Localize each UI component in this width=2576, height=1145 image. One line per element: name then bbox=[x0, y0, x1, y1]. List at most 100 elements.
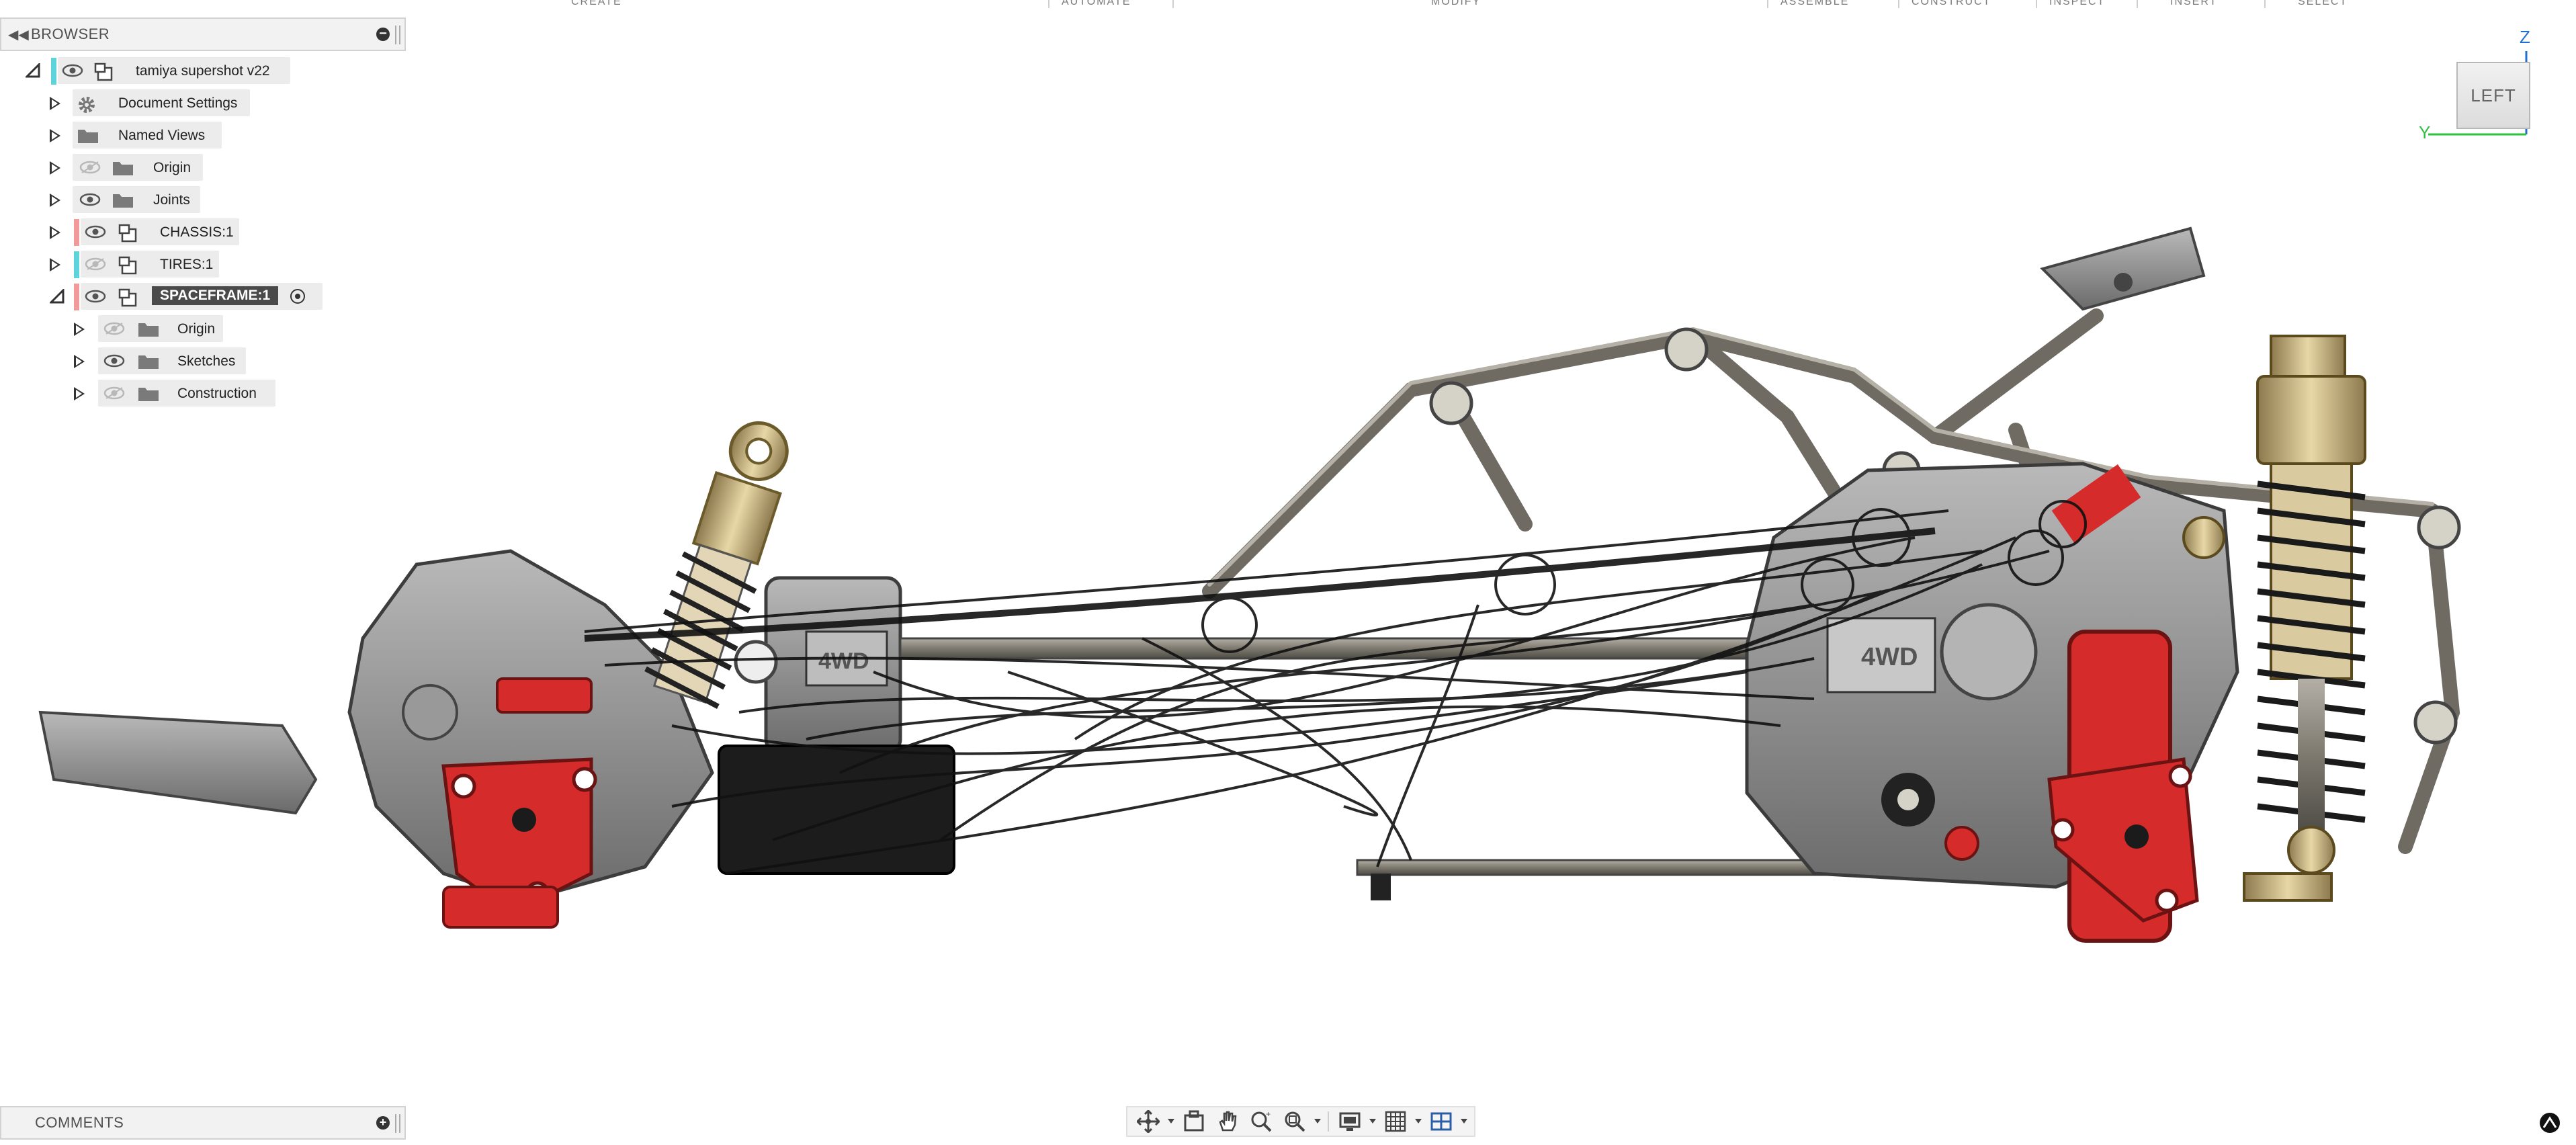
toolbar-separator bbox=[2264, 0, 2266, 8]
tree-item-label: Named Views bbox=[118, 128, 206, 143]
tree-item-label: CHASSIS:1 bbox=[160, 224, 234, 240]
toolbar-separator bbox=[2036, 0, 2037, 8]
expand-toggle-icon[interactable] bbox=[50, 129, 60, 142]
tree-item-joints[interactable]: Joints bbox=[0, 184, 406, 216]
eye-icon[interactable] bbox=[85, 224, 106, 244]
eye-hidden-icon[interactable] bbox=[85, 256, 106, 276]
corner-logo-icon[interactable] bbox=[2538, 1111, 2561, 1134]
rear-shock bbox=[2243, 335, 2366, 902]
toolbar-separator bbox=[1048, 0, 1049, 8]
toolbar-divider bbox=[1328, 1111, 1329, 1132]
expanded-toggle-icon[interactable] bbox=[26, 63, 40, 78]
gear-icon bbox=[77, 95, 97, 119]
tree-item-tires[interactable]: TIRES:1 bbox=[0, 249, 406, 281]
expand-toggle-icon[interactable] bbox=[50, 194, 60, 207]
component-color-swatch bbox=[51, 58, 56, 85]
tree-child-sketches[interactable]: Sketches bbox=[0, 345, 406, 378]
toolbar-tab-select[interactable]: SELECT bbox=[2298, 0, 2348, 8]
tree-item-origin[interactable]: Origin bbox=[0, 152, 406, 184]
tree-child-construction[interactable]: Construction bbox=[0, 378, 406, 410]
orbit-icon[interactable] bbox=[1133, 1108, 1164, 1135]
eye-icon[interactable] bbox=[103, 353, 125, 373]
navigation-toolbar: + bbox=[1126, 1106, 1475, 1137]
toolbar-separator bbox=[1172, 0, 1174, 8]
zoom-dropdown-icon[interactable] bbox=[1313, 1108, 1322, 1135]
display-dropdown-icon[interactable] bbox=[1368, 1108, 1377, 1135]
component-icon bbox=[118, 288, 140, 311]
expand-toggle-icon[interactable] bbox=[50, 226, 60, 239]
toolbar-tab-create[interactable]: CREATE bbox=[571, 0, 622, 8]
toolbar-separator bbox=[1767, 0, 1768, 8]
display-settings-icon[interactable] bbox=[1334, 1108, 1365, 1135]
eye-icon[interactable] bbox=[62, 62, 83, 83]
viewcube[interactable]: Z LEFT Y bbox=[2419, 27, 2540, 148]
toolbar-tab-insert[interactable]: INSERT bbox=[2170, 0, 2217, 8]
expand-toggle-icon[interactable] bbox=[50, 161, 60, 175]
toolbar-separator bbox=[2137, 0, 2138, 8]
tree-root[interactable]: tamiya supershot v22 bbox=[0, 55, 406, 87]
browser-tree: tamiya supershot v22 Document Settings N… bbox=[0, 55, 406, 410]
eye-hidden-icon[interactable] bbox=[79, 159, 101, 179]
add-comment-icon[interactable]: + bbox=[376, 1116, 390, 1130]
grid-icon[interactable] bbox=[1380, 1108, 1411, 1135]
expand-toggle-icon[interactable] bbox=[74, 323, 85, 336]
expand-toggle-icon[interactable] bbox=[74, 355, 85, 368]
component-icon bbox=[94, 62, 116, 85]
toolbar-tab-automate[interactable]: AUTOMATE bbox=[1062, 0, 1131, 8]
comments-panel: COMMENTS + bbox=[0, 1106, 406, 1140]
viewcube-face-left[interactable]: LEFT bbox=[2456, 62, 2530, 129]
tree-item-named-views[interactable]: Named Views bbox=[0, 120, 406, 152]
toolbar-tab-construct[interactable]: CONSTRUCT bbox=[1912, 0, 1991, 8]
tree-item-spaceframe[interactable]: SPACEFRAME:1 bbox=[0, 281, 406, 313]
tree-item-document-settings[interactable]: Document Settings bbox=[0, 87, 406, 120]
browser-title: BROWSER bbox=[31, 26, 110, 42]
tree-item-chassis[interactable]: CHASSIS:1 bbox=[0, 216, 406, 249]
panel-resize-handle[interactable] bbox=[395, 26, 400, 44]
folder-icon bbox=[112, 192, 134, 213]
comments-header[interactable]: COMMENTS + bbox=[0, 1106, 406, 1140]
fit-icon[interactable] bbox=[1279, 1108, 1310, 1135]
rear-4wd-badge: 4WD bbox=[1861, 643, 1918, 671]
minimize-icon[interactable]: − bbox=[376, 27, 390, 41]
look-at-icon[interactable] bbox=[1178, 1108, 1209, 1135]
tree-item-label: SPACEFRAME:1 bbox=[152, 286, 279, 305]
pan-icon[interactable] bbox=[1212, 1108, 1243, 1135]
front-4wd-badge: 4WD bbox=[818, 648, 869, 674]
comments-title: COMMENTS bbox=[35, 1114, 124, 1131]
viewports-icon[interactable] bbox=[1426, 1108, 1457, 1135]
expanded-toggle-icon[interactable] bbox=[50, 289, 65, 304]
zoom-icon[interactable]: + bbox=[1246, 1108, 1277, 1135]
tree-item-label: TIRES:1 bbox=[160, 257, 214, 272]
folder-icon bbox=[137, 321, 160, 342]
activate-component-icon[interactable] bbox=[290, 289, 305, 304]
folder-icon bbox=[137, 353, 160, 374]
expand-toggle-icon[interactable] bbox=[74, 387, 85, 400]
toolbar-tab-assemble[interactable]: ASSEMBLE bbox=[1780, 0, 1849, 8]
grid-dropdown-icon[interactable] bbox=[1414, 1108, 1423, 1135]
component-icon bbox=[118, 256, 140, 279]
expand-toggle-icon[interactable] bbox=[50, 258, 60, 271]
front-suspension bbox=[38, 421, 789, 929]
folder-icon bbox=[137, 385, 160, 407]
toolbar-separator bbox=[1898, 0, 1899, 8]
panel-resize-handle[interactable] bbox=[395, 1114, 400, 1133]
tree-item-label: Document Settings bbox=[118, 95, 238, 111]
toolbar-tab-modify[interactable]: MODIFY bbox=[1431, 0, 1481, 8]
top-toolbar: CREATE AUTOMATE MODIFY ASSEMBLE CONSTRUC… bbox=[0, 0, 2576, 9]
tree-item-label: Origin bbox=[177, 321, 216, 337]
tree-child-origin[interactable]: Origin bbox=[0, 313, 406, 345]
tree-item-label: Sketches bbox=[177, 353, 236, 369]
tree-item-label: Joints bbox=[153, 192, 190, 208]
viewports-dropdown-icon[interactable] bbox=[1459, 1108, 1469, 1135]
svg-text:+: + bbox=[1266, 1110, 1271, 1119]
eye-hidden-icon[interactable] bbox=[103, 321, 125, 341]
toolbar-tab-inspect[interactable]: INSPECT bbox=[2049, 0, 2105, 8]
expand-toggle-icon[interactable] bbox=[50, 97, 60, 110]
folder-icon bbox=[112, 159, 134, 181]
eye-icon[interactable] bbox=[85, 288, 106, 308]
component-color-swatch bbox=[74, 219, 79, 246]
eye-hidden-icon[interactable] bbox=[103, 385, 125, 405]
orbit-dropdown-icon[interactable] bbox=[1166, 1108, 1176, 1135]
collapse-panel-icon[interactable]: ◀◀ bbox=[8, 26, 31, 43]
eye-icon[interactable] bbox=[79, 192, 101, 212]
